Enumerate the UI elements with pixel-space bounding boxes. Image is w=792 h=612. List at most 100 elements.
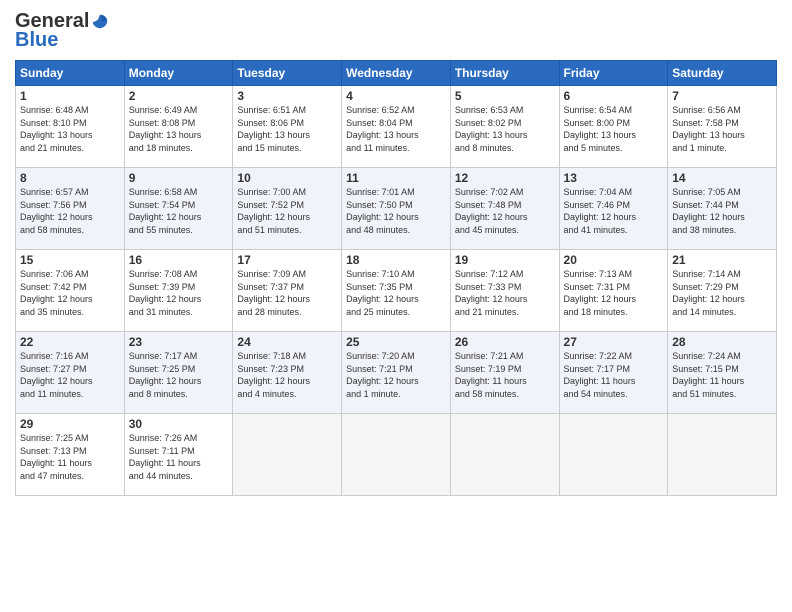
day-number: 15 bbox=[20, 253, 120, 267]
day-info: Sunrise: 7:24 AM Sunset: 7:15 PM Dayligh… bbox=[672, 351, 744, 399]
day-info: Sunrise: 7:05 AM Sunset: 7:44 PM Dayligh… bbox=[672, 187, 745, 235]
day-number: 26 bbox=[455, 335, 555, 349]
day-info: Sunrise: 7:21 AM Sunset: 7:19 PM Dayligh… bbox=[455, 351, 527, 399]
day-info: Sunrise: 6:49 AM Sunset: 8:08 PM Dayligh… bbox=[129, 105, 202, 153]
weekday-header-wednesday: Wednesday bbox=[342, 61, 451, 86]
day-number: 14 bbox=[672, 171, 772, 185]
calendar-day: 6 Sunrise: 6:54 AM Sunset: 8:00 PM Daylig… bbox=[559, 86, 668, 168]
calendar-day: 24 Sunrise: 7:18 AM Sunset: 7:23 PM Dayli… bbox=[233, 332, 342, 414]
calendar-day: 7Sunrise: 6:56 AM Sunset: 7:58 PM Daylig… bbox=[668, 86, 777, 168]
weekday-header-tuesday: Tuesday bbox=[233, 61, 342, 86]
calendar-day: 8 Sunrise: 6:57 AM Sunset: 7:56 PM Daylig… bbox=[16, 168, 125, 250]
day-number: 28 bbox=[672, 335, 772, 349]
calendar-day: 3Sunrise: 6:51 AM Sunset: 8:06 PM Daylig… bbox=[233, 86, 342, 168]
day-info: Sunrise: 7:25 AM Sunset: 7:13 PM Dayligh… bbox=[20, 433, 92, 481]
weekday-header-sunday: Sunday bbox=[16, 61, 125, 86]
day-number: 22 bbox=[20, 335, 120, 349]
day-info: Sunrise: 6:58 AM Sunset: 7:54 PM Dayligh… bbox=[129, 187, 202, 235]
calendar-week-row: 1 Sunrise: 6:48 AM Sunset: 8:10 PM Daylig… bbox=[16, 86, 777, 168]
logo-blue: Blue bbox=[15, 29, 58, 52]
day-info: Sunrise: 7:06 AM Sunset: 7:42 PM Dayligh… bbox=[20, 269, 93, 317]
day-number: 24 bbox=[237, 335, 337, 349]
calendar-day: 26 Sunrise: 7:21 AM Sunset: 7:19 PM Dayli… bbox=[450, 332, 559, 414]
day-number: 9 bbox=[129, 171, 229, 185]
calendar-day: 28 Sunrise: 7:24 AM Sunset: 7:15 PM Dayli… bbox=[668, 332, 777, 414]
calendar-day: 21 Sunrise: 7:14 AM Sunset: 7:29 PM Dayli… bbox=[668, 250, 777, 332]
weekday-header-thursday: Thursday bbox=[450, 61, 559, 86]
calendar-day: 12 Sunrise: 7:02 AM Sunset: 7:48 PM Dayli… bbox=[450, 168, 559, 250]
day-number: 10 bbox=[237, 171, 337, 185]
day-info: Sunrise: 7:13 AM Sunset: 7:31 PM Dayligh… bbox=[564, 269, 637, 317]
day-info: Sunrise: 7:22 AM Sunset: 7:17 PM Dayligh… bbox=[564, 351, 636, 399]
day-info: Sunrise: 6:51 AM Sunset: 8:06 PM Dayligh… bbox=[237, 105, 310, 153]
day-info: Sunrise: 7:09 AM Sunset: 7:37 PM Dayligh… bbox=[237, 269, 310, 317]
calendar-day: 1 Sunrise: 6:48 AM Sunset: 8:10 PM Daylig… bbox=[16, 86, 125, 168]
calendar-week-row: 29 Sunrise: 7:25 AM Sunset: 7:13 PM Dayli… bbox=[16, 414, 777, 496]
day-info: Sunrise: 7:17 AM Sunset: 7:25 PM Dayligh… bbox=[129, 351, 202, 399]
day-info: Sunrise: 7:16 AM Sunset: 7:27 PM Dayligh… bbox=[20, 351, 93, 399]
header: General Blue bbox=[15, 10, 777, 52]
day-number: 19 bbox=[455, 253, 555, 267]
day-number: 27 bbox=[564, 335, 664, 349]
calendar-day: 22 Sunrise: 7:16 AM Sunset: 7:27 PM Dayli… bbox=[16, 332, 125, 414]
day-number: 16 bbox=[129, 253, 229, 267]
day-info: Sunrise: 6:48 AM Sunset: 8:10 PM Dayligh… bbox=[20, 105, 93, 153]
day-number: 29 bbox=[20, 417, 120, 431]
calendar-day: 15 Sunrise: 7:06 AM Sunset: 7:42 PM Dayli… bbox=[16, 250, 125, 332]
calendar-day: 14 Sunrise: 7:05 AM Sunset: 7:44 PM Dayli… bbox=[668, 168, 777, 250]
calendar-day: 10 Sunrise: 7:00 AM Sunset: 7:52 PM Dayli… bbox=[233, 168, 342, 250]
calendar-day bbox=[559, 414, 668, 496]
calendar-week-row: 15 Sunrise: 7:06 AM Sunset: 7:42 PM Dayli… bbox=[16, 250, 777, 332]
calendar-day: 4 Sunrise: 6:52 AM Sunset: 8:04 PM Daylig… bbox=[342, 86, 451, 168]
calendar-day: 17 Sunrise: 7:09 AM Sunset: 7:37 PM Dayli… bbox=[233, 250, 342, 332]
day-info: Sunrise: 7:12 AM Sunset: 7:33 PM Dayligh… bbox=[455, 269, 528, 317]
calendar-day: 30Sunrise: 7:26 AM Sunset: 7:11 PM Dayli… bbox=[124, 414, 233, 496]
calendar-day: 20 Sunrise: 7:13 AM Sunset: 7:31 PM Dayli… bbox=[559, 250, 668, 332]
calendar-day bbox=[668, 414, 777, 496]
day-number: 25 bbox=[346, 335, 446, 349]
day-info: Sunrise: 6:54 AM Sunset: 8:00 PM Dayligh… bbox=[564, 105, 637, 153]
day-number: 8 bbox=[20, 171, 120, 185]
day-info: Sunrise: 6:57 AM Sunset: 7:56 PM Dayligh… bbox=[20, 187, 93, 235]
calendar-table: SundayMondayTuesdayWednesdayThursdayFrid… bbox=[15, 60, 777, 496]
calendar-day: 5Sunrise: 6:53 AM Sunset: 8:02 PM Daylig… bbox=[450, 86, 559, 168]
day-info: Sunrise: 7:14 AM Sunset: 7:29 PM Dayligh… bbox=[672, 269, 745, 317]
day-number: 6 bbox=[564, 89, 664, 103]
day-info: Sunrise: 6:56 AM Sunset: 7:58 PM Dayligh… bbox=[672, 105, 745, 153]
day-info: Sunrise: 7:26 AM Sunset: 7:11 PM Dayligh… bbox=[129, 433, 201, 481]
day-info: Sunrise: 6:52 AM Sunset: 8:04 PM Dayligh… bbox=[346, 105, 419, 153]
calendar-day: 18 Sunrise: 7:10 AM Sunset: 7:35 PM Dayli… bbox=[342, 250, 451, 332]
day-number: 17 bbox=[237, 253, 337, 267]
day-number: 4 bbox=[346, 89, 446, 103]
day-number: 18 bbox=[346, 253, 446, 267]
calendar-day: 25Sunrise: 7:20 AM Sunset: 7:21 PM Dayli… bbox=[342, 332, 451, 414]
day-info: Sunrise: 7:04 AM Sunset: 7:46 PM Dayligh… bbox=[564, 187, 637, 235]
calendar-day: 13 Sunrise: 7:04 AM Sunset: 7:46 PM Dayli… bbox=[559, 168, 668, 250]
day-number: 1 bbox=[20, 89, 120, 103]
day-info: Sunrise: 7:00 AM Sunset: 7:52 PM Dayligh… bbox=[237, 187, 310, 235]
calendar-day: 19 Sunrise: 7:12 AM Sunset: 7:33 PM Dayli… bbox=[450, 250, 559, 332]
calendar-header-row: SundayMondayTuesdayWednesdayThursdayFrid… bbox=[16, 61, 777, 86]
calendar-day bbox=[233, 414, 342, 496]
day-info: Sunrise: 7:18 AM Sunset: 7:23 PM Dayligh… bbox=[237, 351, 310, 399]
day-info: Sunrise: 7:10 AM Sunset: 7:35 PM Dayligh… bbox=[346, 269, 419, 317]
calendar-week-row: 22 Sunrise: 7:16 AM Sunset: 7:27 PM Dayli… bbox=[16, 332, 777, 414]
calendar-day: 27 Sunrise: 7:22 AM Sunset: 7:17 PM Dayli… bbox=[559, 332, 668, 414]
calendar-day bbox=[342, 414, 451, 496]
day-number: 13 bbox=[564, 171, 664, 185]
logo-bird-icon bbox=[91, 13, 109, 31]
calendar-day: 16Sunrise: 7:08 AM Sunset: 7:39 PM Dayli… bbox=[124, 250, 233, 332]
day-info: Sunrise: 6:53 AM Sunset: 8:02 PM Dayligh… bbox=[455, 105, 528, 153]
calendar-day: 2 Sunrise: 6:49 AM Sunset: 8:08 PM Daylig… bbox=[124, 86, 233, 168]
day-number: 21 bbox=[672, 253, 772, 267]
calendar-day: 23Sunrise: 7:17 AM Sunset: 7:25 PM Dayli… bbox=[124, 332, 233, 414]
weekday-header-friday: Friday bbox=[559, 61, 668, 86]
calendar-day: 9 Sunrise: 6:58 AM Sunset: 7:54 PM Daylig… bbox=[124, 168, 233, 250]
day-number: 2 bbox=[129, 89, 229, 103]
calendar-day bbox=[450, 414, 559, 496]
calendar-day: 29 Sunrise: 7:25 AM Sunset: 7:13 PM Dayli… bbox=[16, 414, 125, 496]
weekday-header-saturday: Saturday bbox=[668, 61, 777, 86]
day-number: 20 bbox=[564, 253, 664, 267]
day-number: 12 bbox=[455, 171, 555, 185]
day-info: Sunrise: 7:02 AM Sunset: 7:48 PM Dayligh… bbox=[455, 187, 528, 235]
